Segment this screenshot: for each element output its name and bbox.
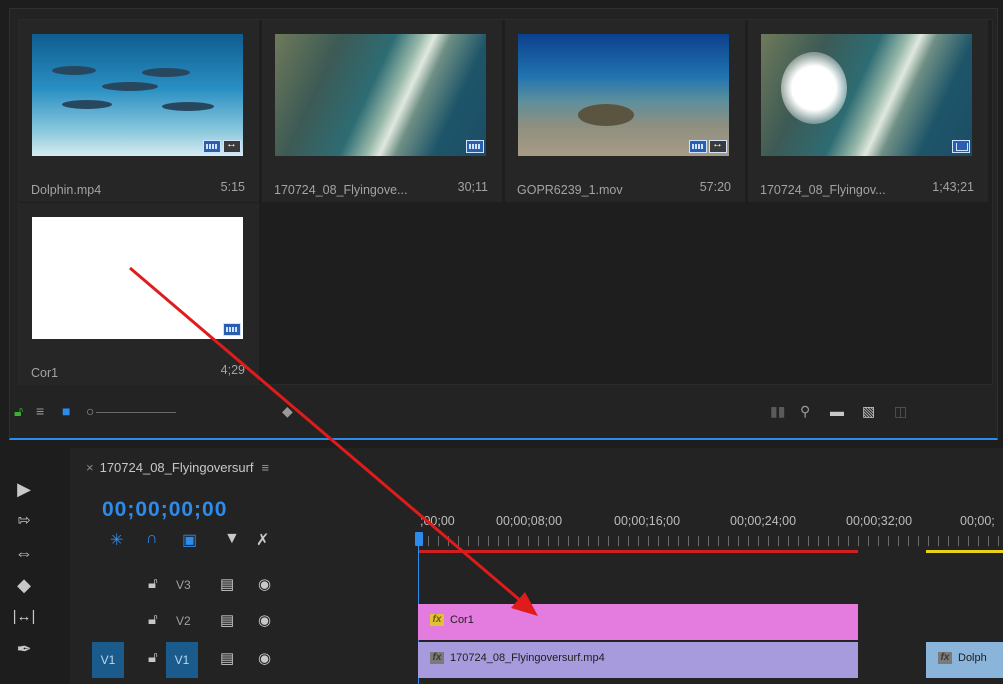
clip-tile[interactable]: 170724_08_Flyingov... 1;43;21 xyxy=(748,20,988,202)
source-patch[interactable]: V1 xyxy=(92,642,124,678)
playhead-handle[interactable] xyxy=(415,532,423,546)
timeline-panel: × 170724_08_Flyingoversurf ≡ 00;00;00;00 ✳… xyxy=(70,448,1003,684)
video-badge-icon xyxy=(466,140,484,153)
clip-name: GOPR6239_1.mov xyxy=(517,183,623,197)
track-lock-icon[interactable]: 🔓︎ xyxy=(148,649,158,666)
track-target[interactable]: V1 xyxy=(166,642,198,678)
clip-thumbnail xyxy=(761,34,972,156)
ripple-edit-tool-icon[interactable]: ⇔ xyxy=(10,540,38,566)
fx-icon: fx xyxy=(430,652,444,664)
zoom-slider[interactable]: ○ xyxy=(86,403,177,419)
tools-panel: ▶ ⇰ ⇔ ◆ |↔| ✒ xyxy=(0,448,48,684)
sequence-name: 170724_08_Flyingoversurf xyxy=(99,460,254,475)
wrench-icon[interactable]: ✗ xyxy=(256,530,269,550)
ruler-label: 00;00;16;00 xyxy=(614,514,681,528)
add-marker-icon[interactable]: ▼ xyxy=(224,530,240,548)
clip-name: Dolphin.mp4 xyxy=(31,183,102,197)
track-header-v3: 🔓︎ V3 ▤ ◉ xyxy=(70,568,418,604)
track-label: V2 xyxy=(176,614,191,628)
glow-effect xyxy=(781,52,847,124)
sequence-badge-icon xyxy=(952,140,970,153)
bin-icon-view: Dolphin.mp4 5:15 170724_08_Flyingove... … xyxy=(18,19,993,385)
audio-badge-icon xyxy=(709,138,727,153)
close-icon[interactable]: × xyxy=(86,460,94,475)
sequence-tab[interactable]: × 170724_08_Flyingoversurf ≡ xyxy=(86,460,269,475)
sync-lock-icon[interactable]: ▤ xyxy=(220,611,234,629)
pen-tool-icon[interactable]: ✒ xyxy=(10,636,38,662)
video-badge-icon xyxy=(223,323,241,336)
track-header-v2: 🔓︎ V2 ▤ ◉ xyxy=(70,604,418,640)
clip-duration: 4;29 xyxy=(220,363,245,377)
nest-toggle-icon[interactable]: ✳ xyxy=(110,530,123,550)
project-panel: Dolphin.mp4 5:15 170724_08_Flyingove... … xyxy=(9,8,998,440)
video-badge-icon xyxy=(203,140,221,153)
ruler-label: 00;00;08;00 xyxy=(496,514,563,528)
clip-name: Cor1 xyxy=(31,366,59,380)
panel-menu-icon[interactable]: ≡ xyxy=(262,460,270,475)
ruler-label: 00;00;32;00 xyxy=(846,514,913,528)
time-ruler[interactable]: ;00;00 00;00;08;00 00;00;16;00 00;00;24;… xyxy=(418,508,1003,556)
clip-thumbnail xyxy=(32,34,243,156)
linked-selection-icon[interactable]: ▣ xyxy=(182,530,197,550)
clip-label: Dolph xyxy=(958,652,987,664)
clip-name: 170724_08_Flyingove... xyxy=(274,183,408,197)
fx-icon: fx xyxy=(938,652,952,664)
audio-badge-icon xyxy=(223,138,241,153)
clip-duration: 5:15 xyxy=(220,180,245,194)
eye-icon[interactable]: ◉ xyxy=(258,611,271,629)
clip-thumbnail xyxy=(32,217,243,339)
sort-icon[interactable]: ◆ xyxy=(282,403,293,420)
lock-icon[interactable]: 🔓︎ xyxy=(14,403,23,420)
trash-icon[interactable]: ◫ xyxy=(894,403,907,420)
list-view-icon[interactable]: ≡ xyxy=(36,403,44,419)
eye-icon[interactable]: ◉ xyxy=(258,649,271,667)
find-icon[interactable]: ⚲ xyxy=(800,403,810,420)
clip-label: 170724_08_Flyingoversurf.mp4 xyxy=(450,652,605,664)
clip-thumbnail xyxy=(275,34,486,156)
track-select-tool-icon[interactable]: ⇰ xyxy=(10,508,38,534)
new-bin-icon[interactable]: ▬ xyxy=(830,403,844,419)
clip-tile[interactable]: Cor1 4;29 xyxy=(19,203,259,385)
clip-tile[interactable]: Dolphin.mp4 5:15 xyxy=(19,20,259,202)
premiere-window: Dolphin.mp4 5:15 170724_08_Flyingove... … xyxy=(0,0,1003,684)
track-lock-icon[interactable]: 🔓︎ xyxy=(148,611,158,628)
track-lock-icon[interactable]: 🔓︎ xyxy=(148,575,158,592)
fx-icon: fx xyxy=(430,614,444,626)
sync-lock-icon[interactable]: ▤ xyxy=(220,575,234,593)
clip-duration: 30;11 xyxy=(457,180,488,194)
timeline-clip-flyingoversurf[interactable]: fx 170724_08_Flyingoversurf.mp4 xyxy=(418,642,858,678)
clip-duration: 1;43;21 xyxy=(932,180,974,194)
timecode-display[interactable]: 00;00;00;00 xyxy=(102,498,227,522)
clip-name: 170724_08_Flyingov... xyxy=(760,183,886,197)
slip-tool-icon[interactable]: |↔| xyxy=(10,604,38,630)
ruler-ticks xyxy=(418,536,1003,546)
ruler-label: 00;00; xyxy=(960,514,995,528)
automate-icon[interactable]: ▮▮ xyxy=(770,403,785,420)
clip-tile[interactable]: GOPR6239_1.mov 57:20 xyxy=(505,20,745,202)
new-item-icon[interactable]: ▧ xyxy=(862,403,875,420)
snap-icon[interactable]: ∩ xyxy=(146,530,158,548)
track-header-v1: V1 🔓︎ V1 ▤ ◉ xyxy=(70,642,418,678)
icon-view-icon[interactable]: ■ xyxy=(62,403,70,419)
clip-duration: 57:20 xyxy=(699,180,731,194)
selection-tool-icon[interactable]: ▶ xyxy=(10,476,38,502)
clip-label: Cor1 xyxy=(450,614,474,626)
render-bar xyxy=(926,550,1003,553)
ruler-label: ;00;00 xyxy=(420,514,455,528)
ruler-label: 00;00;24;00 xyxy=(730,514,797,528)
clip-tile[interactable]: 170724_08_Flyingove... 30;11 xyxy=(262,20,502,202)
clip-thumbnail xyxy=(518,34,729,156)
sync-lock-icon[interactable]: ▤ xyxy=(220,649,234,667)
eye-icon[interactable]: ◉ xyxy=(258,575,271,593)
timeline-clip-dolphin[interactable]: fx Dolph xyxy=(926,642,1003,678)
timeline-clip-cor1[interactable]: fx Cor1 xyxy=(418,604,858,640)
work-area-bar xyxy=(418,550,858,553)
video-badge-icon xyxy=(689,140,707,153)
razor-tool-icon[interactable]: ◆ xyxy=(10,572,38,598)
project-toolbar: 🔓︎ ≡ ■ ○ ◆ ▮▮ ⚲ ▬ ▧ ◫ xyxy=(10,395,997,429)
track-label: V3 xyxy=(176,578,191,592)
